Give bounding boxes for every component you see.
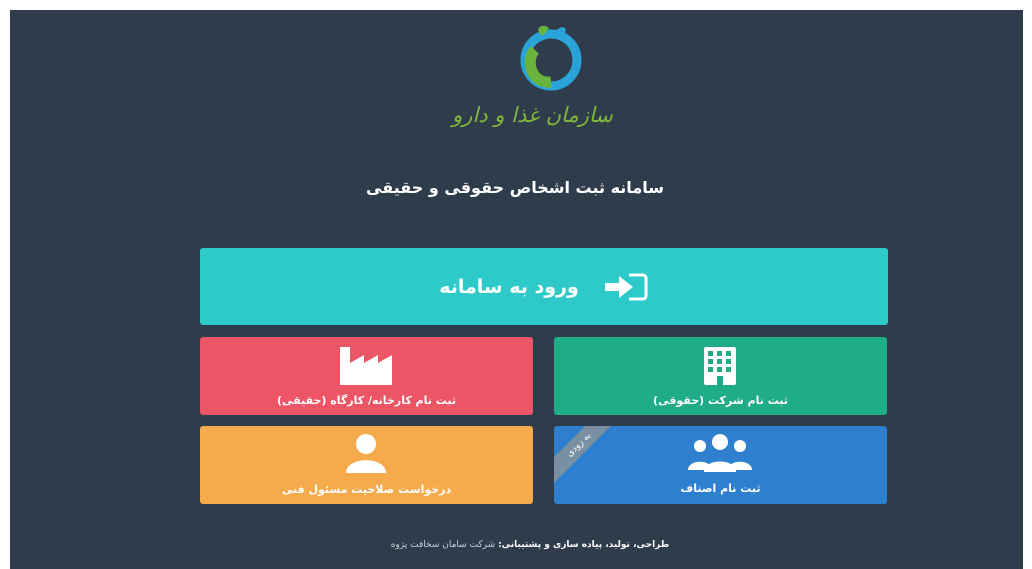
fda-logo <box>520 25 582 91</box>
page-title: سامانه ثبت اشخاص حقوقی و حقیقی <box>366 178 664 197</box>
users-icon <box>688 434 752 472</box>
footer-company: شرکت سامان سخافت پژوه <box>390 540 496 550</box>
building-icon <box>704 347 736 385</box>
register-guild-label: ثبت نام اصناف <box>680 482 761 495</box>
technical-manager-request-label: درخواست صلاحیت مسئول فنی <box>281 483 452 496</box>
register-legal-company-label: ثبت نام شرکت (حقوقی) <box>653 394 788 407</box>
factory-icon <box>340 347 392 385</box>
sign-in-icon <box>604 273 648 301</box>
technical-manager-request-button[interactable]: درخواست صلاحیت مسئول فنی <box>200 426 533 504</box>
login-button[interactable]: ورود به سامانه <box>200 248 888 325</box>
footer-label: طراحی، تولید، پیاده سازی و پشتیبانی: <box>498 540 670 550</box>
coming-soon-ribbon: به زودی <box>554 426 618 484</box>
footer-credit: طراحی، تولید، پیاده سازی و پشتیبانی: شرک… <box>290 540 770 550</box>
register-legal-company-button[interactable]: ثبت نام شرکت (حقوقی) <box>554 337 887 415</box>
login-label: ورود به سامانه <box>439 276 579 298</box>
logo-text: سازمان غذا و دارو <box>452 103 613 127</box>
register-guild-button[interactable]: به زودی ثبت نام اصناف <box>554 426 887 504</box>
register-workshop-label: ثبت نام کارخانه/ کارگاه (حقیقی) <box>277 394 456 407</box>
register-workshop-button[interactable]: ثبت نام کارخانه/ کارگاه (حقیقی) <box>200 337 533 415</box>
user-icon <box>346 434 386 473</box>
